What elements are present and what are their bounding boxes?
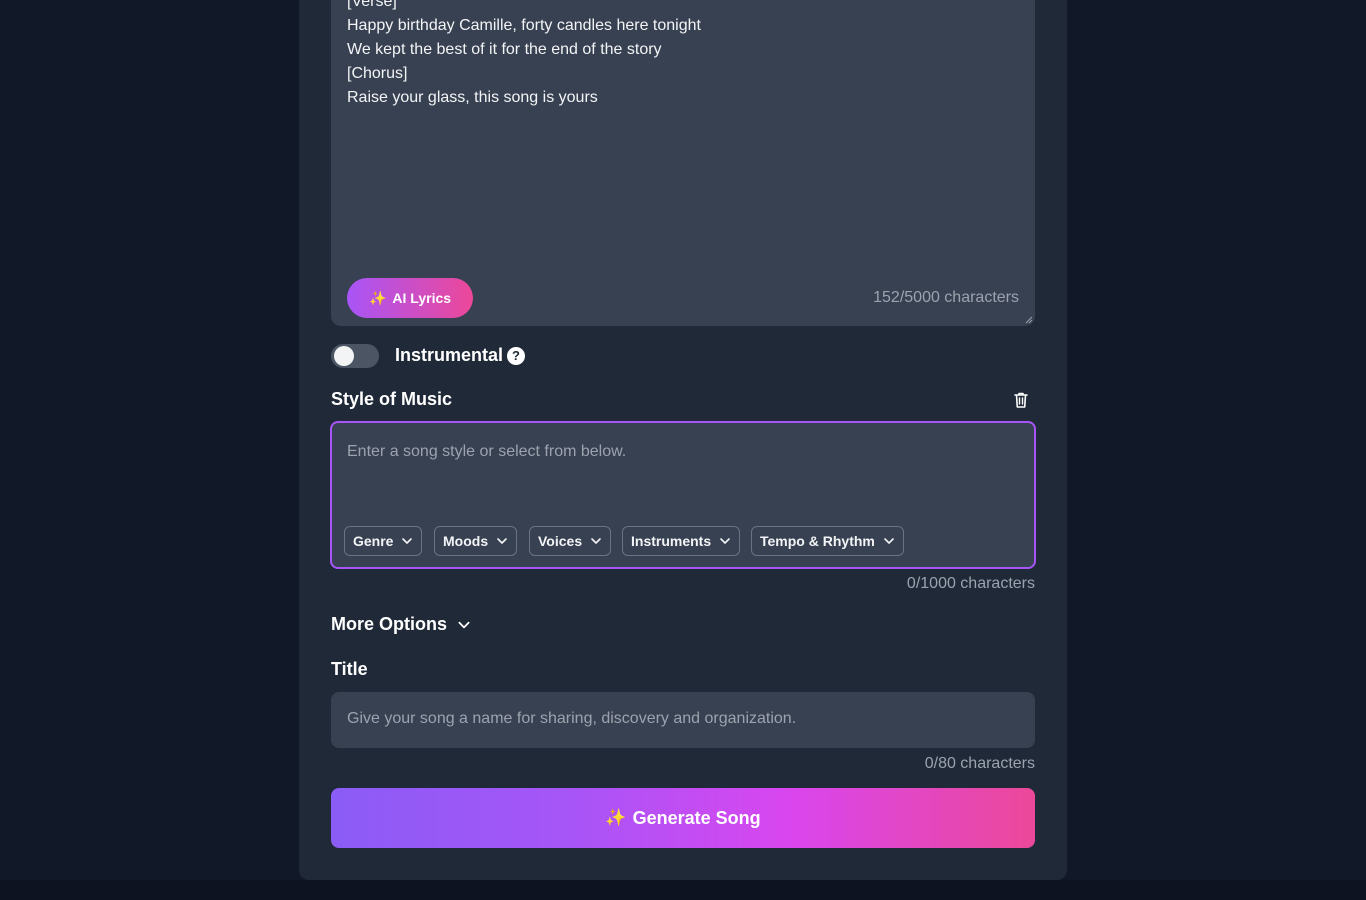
- generate-song-button[interactable]: ✨ Generate Song: [331, 788, 1035, 848]
- chip-label: Moods: [443, 533, 489, 549]
- title-label: Title: [331, 659, 368, 679]
- lyrics-line: [Verse]: [347, 0, 397, 10]
- lyrics-line: Raise your glass, this song is yours: [347, 89, 598, 106]
- chip-label: Genre: [353, 533, 394, 549]
- lyrics-char-count: 152/5000 characters: [873, 289, 1019, 306]
- more-options-label: More Options: [331, 614, 447, 634]
- title-char-count: 0/80 characters: [924, 755, 1035, 772]
- title-input[interactable]: Give your song a name for sharing, disco…: [331, 692, 1035, 748]
- resize-handle-icon[interactable]: [1025, 316, 1033, 324]
- instruments-dropdown[interactable]: Instruments: [622, 526, 741, 556]
- tempo-rhythm-dropdown[interactable]: Tempo & Rhythm: [751, 526, 904, 556]
- style-placeholder: Enter a song style or select from below.: [347, 443, 627, 460]
- generate-song-label: Generate Song: [632, 807, 761, 828]
- lyrics-textarea[interactable]: [Verse] Happy birthday Camille, forty ca…: [331, 0, 1035, 326]
- sparkle-icon: ✨: [605, 808, 627, 827]
- style-of-music-label: Style of Music: [331, 389, 453, 409]
- song-form-panel: [Verse] Happy birthday Camille, forty ca…: [299, 0, 1067, 880]
- sparkle-icon: ✨: [368, 289, 387, 306]
- chip-label: Voices: [538, 533, 583, 549]
- ai-lyrics-label: AI Lyrics: [392, 290, 452, 306]
- help-icon[interactable]: ?: [507, 347, 525, 365]
- lyrics-line: [Chorus]: [347, 65, 408, 82]
- ai-lyrics-button[interactable]: ✨ AI Lyrics: [347, 278, 473, 318]
- style-input[interactable]: Enter a song style or select from below.…: [330, 421, 1036, 569]
- chip-label: Instruments: [631, 533, 712, 549]
- lyrics-content: [Verse] Happy birthday Camille, forty ca…: [347, 0, 1007, 110]
- voices-dropdown[interactable]: Voices: [529, 526, 612, 556]
- chevron-down-icon: [402, 538, 413, 544]
- chevron-down-icon: [591, 538, 601, 544]
- lyrics-line: We kept the best of it for the end of th…: [347, 41, 662, 58]
- moods-dropdown[interactable]: Moods: [434, 526, 518, 556]
- genre-dropdown[interactable]: Genre: [344, 526, 423, 556]
- instrumental-toggle[interactable]: [331, 344, 379, 368]
- more-options-toggle[interactable]: More Options: [331, 614, 471, 635]
- chevron-down-icon: [458, 621, 470, 628]
- title-placeholder: Give your song a name for sharing, disco…: [347, 710, 797, 727]
- chevron-down-icon: [720, 538, 730, 544]
- trash-icon[interactable]: [1011, 390, 1031, 410]
- style-char-count: 0/1000 characters: [906, 575, 1035, 592]
- chip-label: Tempo & Rhythm: [760, 533, 875, 549]
- instrumental-label: Instrumental: [395, 345, 504, 365]
- lyrics-line: Happy birthday Camille, forty candles he…: [347, 17, 701, 34]
- toggle-knob: [334, 346, 354, 366]
- chevron-down-icon: [884, 538, 894, 544]
- footer-strip: [0, 880, 1366, 900]
- chevron-down-icon: [497, 538, 507, 544]
